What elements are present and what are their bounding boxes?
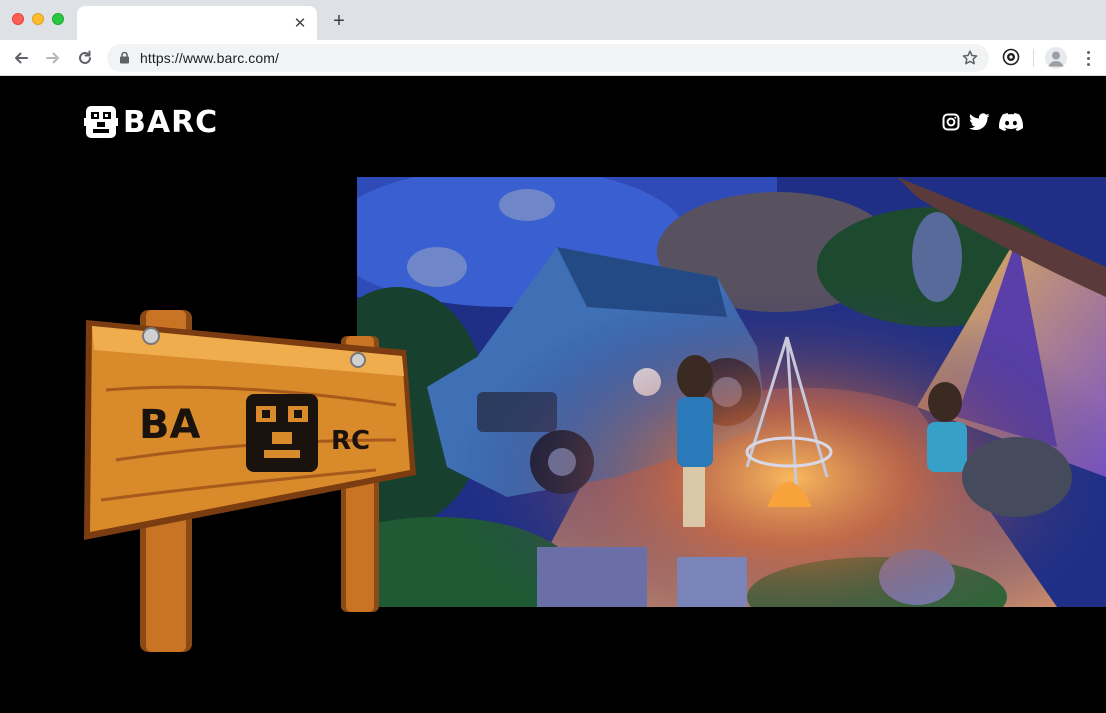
menu-icon[interactable] (1081, 47, 1095, 69)
toolbar-divider (1033, 49, 1034, 67)
plus-icon[interactable]: + (328, 10, 350, 32)
close-window-button[interactable] (12, 13, 24, 25)
campsite-hero-illustration (357, 177, 1106, 607)
browser-tabbar: ✕ + (0, 0, 1106, 40)
logo-text: BARC (123, 104, 219, 140)
barc-wooden-sign (84, 310, 416, 652)
maximize-window-button[interactable] (52, 13, 64, 25)
lock-icon (119, 51, 130, 69)
forward-arrow-icon[interactable] (41, 47, 65, 69)
twitter-icon[interactable] (968, 111, 990, 133)
address-bar[interactable]: https://www.barc.com/ (107, 44, 989, 72)
close-icon[interactable]: ✕ (291, 14, 309, 32)
reload-icon[interactable] (73, 47, 97, 69)
back-arrow-icon[interactable] (9, 47, 33, 69)
ape-logo-icon (84, 106, 118, 138)
extension-icon[interactable] (1001, 46, 1021, 68)
sign-text-right: RC (331, 426, 371, 456)
site-logo[interactable]: BARC (84, 104, 219, 140)
sign-text-left: BA (139, 402, 201, 448)
browser-tab[interactable]: ✕ (77, 6, 317, 40)
url-text: https://www.barc.com/ (140, 50, 280, 66)
page-content: BA RC BA RC (0, 76, 1106, 713)
profile-icon[interactable] (1045, 47, 1067, 69)
minimize-window-button[interactable] (32, 13, 44, 25)
star-icon[interactable] (961, 49, 979, 67)
browser-toolbar: https://www.barc.com/ (0, 40, 1106, 76)
instagram-icon[interactable] (941, 111, 961, 133)
discord-icon[interactable] (998, 111, 1024, 133)
